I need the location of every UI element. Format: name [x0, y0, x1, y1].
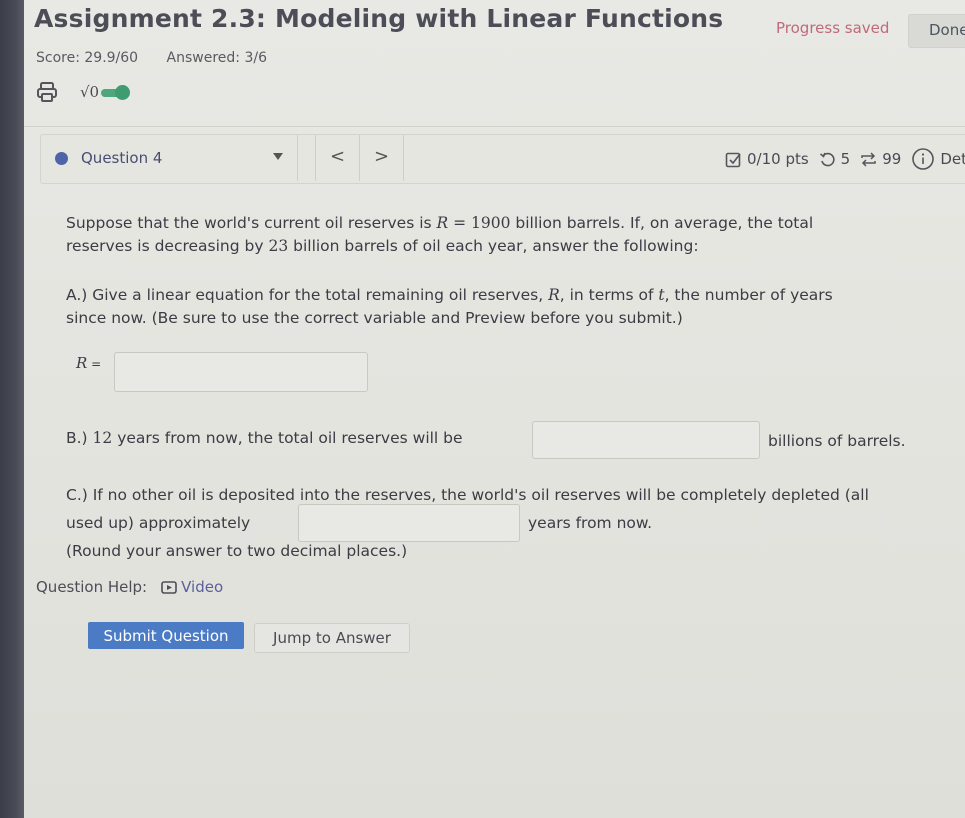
retries-count: 5: [840, 150, 851, 168]
part-b-suffix: billions of barrels.: [768, 432, 906, 450]
part-c-years-input[interactable]: [298, 504, 520, 542]
rounding-note: (Round your answer to two decimal places…: [66, 542, 408, 560]
assignment-page: Assignment 2.3: Modeling with Linear Fun…: [24, 0, 965, 818]
part-a-equation-input[interactable]: [114, 352, 368, 392]
previous-question-button[interactable]: <: [315, 135, 360, 181]
header-divider: [24, 126, 965, 127]
question-intro: Suppose that the world's current oil res…: [66, 214, 814, 255]
retry-icon: [819, 152, 835, 166]
question-status-dot: [55, 152, 68, 165]
attempts-icon: [861, 151, 876, 167]
part-b-prompt: B.) 12 years from now, the total oil res…: [66, 429, 463, 447]
question-help: Question Help: Video: [36, 578, 223, 596]
question-help-label: Question Help:: [36, 578, 148, 596]
video-icon: [161, 580, 177, 594]
next-question-button[interactable]: >: [359, 135, 404, 181]
chevron-down-icon: [273, 153, 283, 160]
done-button[interactable]: Done: [908, 14, 965, 48]
answered-text: Answered: 3/6: [166, 50, 268, 66]
checkbox-icon: [725, 152, 741, 167]
tool-icons: √0: [36, 80, 131, 104]
part-c-suffix: years from now.: [528, 514, 653, 532]
part-a-prompt: A.) Give a linear equation for the total…: [66, 286, 833, 327]
question-stats: 0/10 pts 5 99 Det: [725, 147, 965, 171]
part-c-prefix: used up) approximately: [66, 514, 251, 532]
print-icon[interactable]: [36, 81, 58, 103]
part-a-answer-row: R =: [76, 354, 102, 372]
progress-status: Progress saved: [776, 19, 890, 37]
r-variable-label: R: [76, 354, 88, 372]
attempts-count: 99: [882, 150, 902, 168]
video-link-label: Video: [181, 578, 224, 596]
math-entry-toggle[interactable]: [101, 85, 131, 100]
score-text: Score: 29.9/60: [36, 50, 139, 66]
info-icon[interactable]: [911, 147, 935, 171]
toggle-knob: [115, 85, 131, 100]
score-summary: Score: 29.9/60 Answered: 3/6: [36, 50, 291, 66]
question-selector-label: Question 4: [81, 149, 163, 167]
submit-question-button[interactable]: Submit Question: [88, 622, 244, 649]
question-bar: Question 4 < > 0/10 pts 5 99 Det: [40, 134, 965, 184]
video-help-link[interactable]: Video: [161, 578, 223, 596]
points-text: 0/10 pts: [747, 150, 809, 168]
sqrt-icon: √0: [80, 83, 100, 101]
jump-to-answer-button[interactable]: Jump to Answer: [254, 623, 410, 653]
assignment-title: Assignment 2.3: Modeling with Linear Fun…: [34, 4, 724, 33]
details-link[interactable]: Det: [940, 150, 965, 168]
question-selector[interactable]: Question 4: [41, 135, 298, 181]
part-b-reserves-input[interactable]: [532, 421, 760, 459]
monitor-bezel: [0, 0, 24, 818]
